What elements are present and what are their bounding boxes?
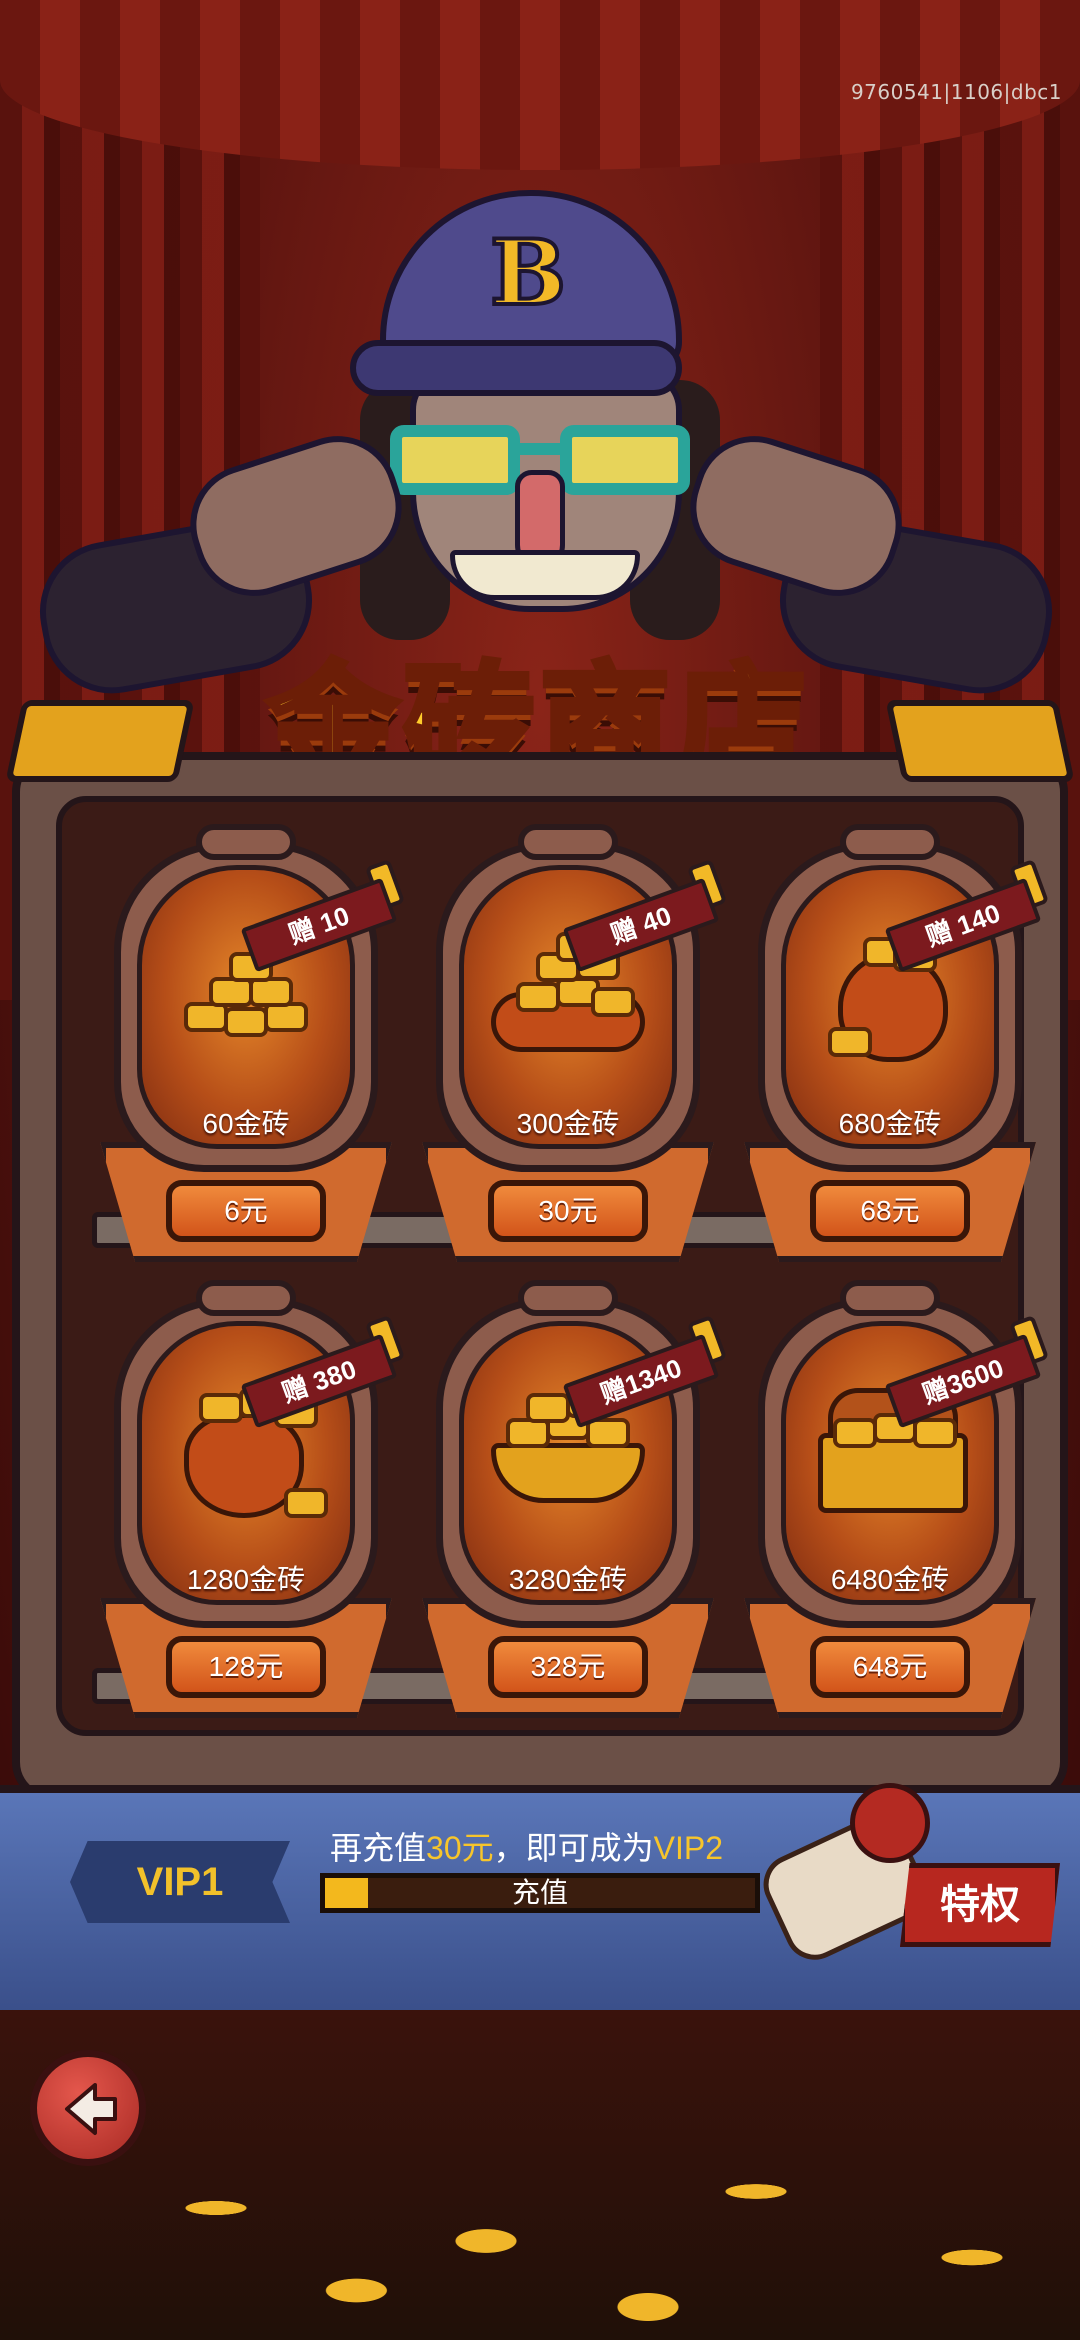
product-card[interactable]: 赠1340 3280金砖 328元: [422, 1280, 728, 1718]
cap-brim: [350, 340, 682, 396]
product-amount: 60金砖: [202, 1108, 290, 1139]
vip-text-middle: ，即可成为: [493, 1830, 654, 1866]
product-card[interactable]: 赠 380 1280金砖 128元: [100, 1280, 406, 1718]
vip-upgrade-text: 再充值30元，即可成为VIP2: [330, 1823, 723, 1869]
price-button[interactable]: 30元: [488, 1180, 648, 1242]
build-id: 9760541|1106|dbc1: [850, 80, 1062, 104]
shop-cabinet: 赠 10 60金砖 6元 赠 40 300金砖 30元 赠 140 680金砖 …: [5, 700, 1075, 1802]
recharge-label: 充值: [511, 1877, 568, 1908]
product-amount: 300金砖: [516, 1108, 620, 1139]
price-button[interactable]: 648元: [810, 1636, 970, 1698]
cap-logo-icon: B: [488, 218, 568, 328]
back-button[interactable]: [30, 2050, 146, 2166]
back-arrow-icon: [65, 2083, 117, 2135]
gold-pile-decoration: [0, 2010, 1080, 2340]
price-button[interactable]: 128元: [166, 1636, 326, 1698]
product-card[interactable]: 赠 10 60金砖 6元: [100, 824, 406, 1262]
product-card[interactable]: 赠3600 6480金砖 648元: [744, 1280, 1050, 1718]
product-card[interactable]: 赠 40 300金砖 30元: [422, 824, 728, 1262]
vip-level-badge: VIP1: [70, 1841, 290, 1923]
price-button[interactable]: 6元: [166, 1180, 326, 1242]
recharge-progress-bar[interactable]: 充值: [320, 1873, 760, 1913]
vip-text-next: VIP2: [653, 1830, 724, 1866]
vip-text-prefix: 再充值: [330, 1830, 427, 1866]
vip-text-amount: 30元: [426, 1830, 494, 1866]
shopkeeper-character: B: [0, 150, 1080, 705]
product-amount: 1280金砖: [186, 1564, 306, 1595]
price-button[interactable]: 328元: [488, 1636, 648, 1698]
product-card[interactable]: 赠 140 680金砖 68元: [744, 824, 1050, 1262]
mouth: [450, 550, 640, 600]
gold-bar-decoration: [5, 700, 195, 782]
product-amount: 3280金砖: [508, 1564, 628, 1595]
cabinet-inner: 赠 10 60金砖 6元 赠 40 300金砖 30元 赠 140 680金砖 …: [56, 796, 1050, 1736]
vip-panel: VIP1 再充值30元，即可成为VIP2 充值 特权: [0, 1783, 1080, 2021]
product-amount: 680金砖: [838, 1108, 942, 1139]
product-amount: 6480金砖: [830, 1564, 950, 1595]
price-button[interactable]: 68元: [810, 1180, 970, 1242]
privilege-button[interactable]: 特权: [900, 1863, 1060, 1947]
gold-bar-decoration: [885, 700, 1075, 782]
